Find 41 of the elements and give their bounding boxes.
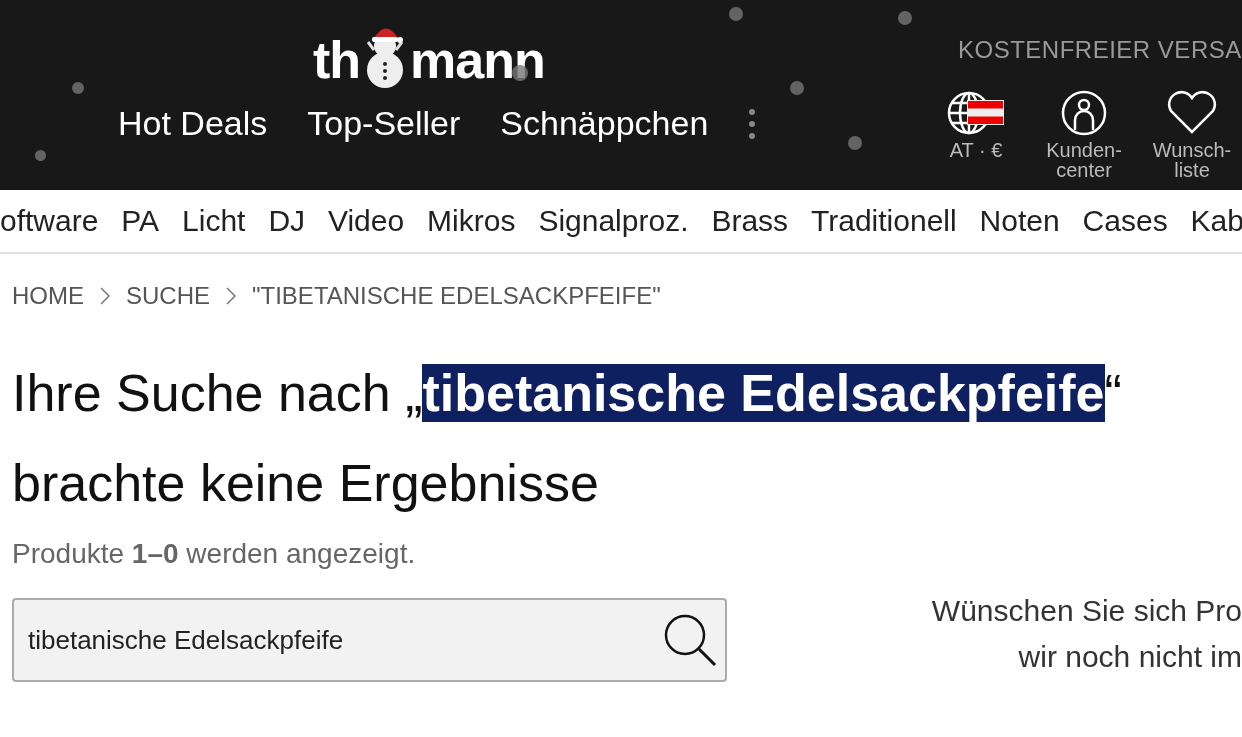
breadcrumb-link[interactable]: HOME: [12, 282, 84, 310]
category-link[interactable]: oftware: [0, 204, 99, 238]
nav-link[interactable]: Schnäppchen: [500, 104, 709, 143]
category-link[interactable]: PA: [121, 204, 160, 238]
category-link[interactable]: Mikros: [427, 204, 516, 238]
category-link[interactable]: Traditionell: [811, 204, 957, 238]
category-link[interactable]: Noten: [979, 204, 1060, 238]
snowflake-icon: [72, 82, 84, 94]
user-icon: [1061, 90, 1107, 136]
breadcrumb-link[interactable]: "TIBETANISCHE EDELSACKPFEIFE": [252, 282, 661, 310]
page-heading: Ihre Suche nach „tibetanische Edelsackpfeife“ brachte keine Ergebnisse: [12, 363, 1123, 514]
suggestion-text: Wünschen Sie sich Pro wir noch nicht im: [930, 593, 1242, 675]
region-link[interactable]: AT · €: [926, 90, 1026, 180]
chevron-icon: [100, 287, 110, 305]
breadcrumb-link[interactable]: SUCHE: [126, 282, 210, 310]
snowflake-icon: [512, 65, 528, 81]
snowflake-icon: [34, 149, 46, 161]
wishlist-link[interactable]: Wunsch- liste: [1142, 90, 1242, 180]
category-link[interactable]: Licht: [182, 204, 246, 238]
snowflake-icon: [729, 7, 743, 21]
globe-flag-icon: [947, 90, 1005, 136]
snowflake-icon: [898, 11, 912, 25]
search-input[interactable]: tibetanische Edelsackpfeife: [14, 623, 661, 657]
heart-icon: [1165, 90, 1219, 136]
snowflake-icon: [848, 136, 862, 150]
result-count: Produkte 1–0 werden angezeigt.: [12, 538, 417, 570]
chevron-icon: [226, 287, 236, 305]
category-link[interactable]: Video: [328, 204, 405, 238]
snowflake-icon: [790, 81, 804, 95]
category-link[interactable]: Kab: [1190, 204, 1242, 238]
promo-text: KOSTENFREIER VERSA: [958, 36, 1242, 64]
account-link[interactable]: Kunden- center: [1034, 90, 1134, 180]
logo[interactable]: th mann: [313, 20, 545, 90]
category-link[interactable]: Brass: [711, 204, 789, 238]
category-link[interactable]: DJ: [268, 204, 306, 238]
category-link[interactable]: Signalproz.: [538, 204, 689, 238]
category-link[interactable]: Cases: [1082, 204, 1168, 238]
nav-link[interactable]: Top-Seller: [307, 104, 461, 143]
more-icon[interactable]: [748, 106, 757, 141]
search-field[interactable]: tibetanische Edelsackpfeife: [12, 598, 727, 682]
nav-link[interactable]: Hot Deals: [118, 104, 268, 143]
